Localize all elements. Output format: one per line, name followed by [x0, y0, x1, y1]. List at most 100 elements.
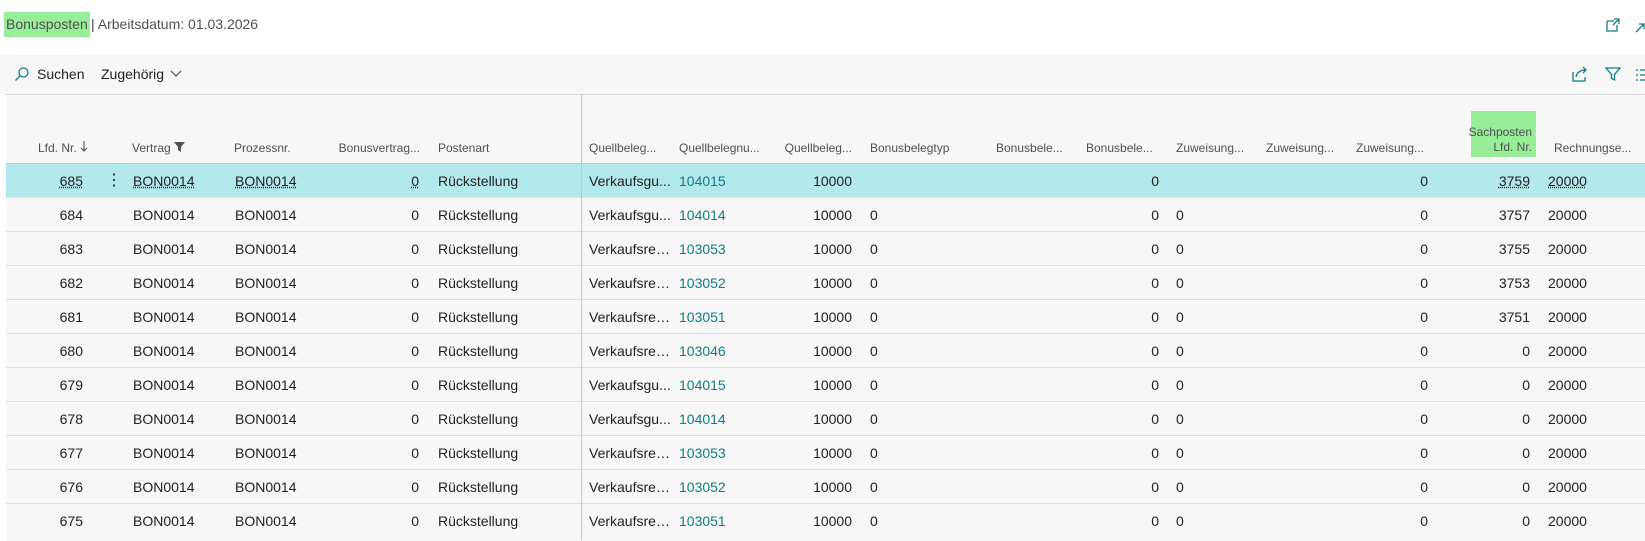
cell-sachposten-lfd-nr[interactable]: 3759: [1436, 164, 1530, 198]
related-menu-button[interactable]: Zugehörig: [101, 54, 182, 94]
cell-bonusbeleg-1: [988, 266, 1068, 300]
cell-rechnungse: 20000: [1548, 402, 1643, 436]
cell-rechnungse: 20000: [1548, 198, 1643, 232]
cell-quellbeleg-art: Verkaufsgu...: [589, 368, 674, 402]
table-row[interactable]: 675 BON0014 BON0014 0 Rückstellung Verkaufsre…: [6, 503, 1645, 538]
cell-sachposten-lfd-nr: 0: [1436, 368, 1530, 402]
row-actions-icon[interactable]: ⋮: [106, 164, 120, 198]
cell-prozessnr: BON0014: [235, 300, 330, 334]
cell-rechnungse[interactable]: 20000: [1548, 164, 1643, 198]
share-icon[interactable]: [1571, 65, 1589, 88]
cell-rechnungse: 20000: [1548, 232, 1643, 266]
col-header-bonusvertrag[interactable]: Bonusvertrag...: [326, 95, 428, 163]
cell-prozessnr: BON0014: [235, 232, 330, 266]
cell-bonusbeleg-2: 0: [1078, 164, 1159, 198]
cell-quellbelegnr[interactable]: 103053: [679, 436, 769, 470]
col-header-bonusbeleg-1[interactable]: Bonusbele...: [988, 95, 1078, 163]
cell-bonusbelegtyp: 0: [870, 402, 980, 436]
cell-quellbeleg-zeile: 10000: [772, 164, 852, 198]
cell-quellbelegnr[interactable]: 103053: [679, 232, 769, 266]
cell-bonusbeleg-1: [988, 232, 1068, 266]
cell-bonusvertrag: 0: [326, 266, 419, 300]
cell-bonusbeleg-2: 0: [1078, 198, 1159, 232]
table-row[interactable]: 677 BON0014 BON0014 0 Rückstellung Verkaufsre…: [6, 435, 1645, 470]
cell-vertrag: BON0014: [133, 368, 228, 402]
search-button[interactable]: Suchen: [14, 54, 84, 94]
table-row[interactable]: 681 BON0014 BON0014 0 Rückstellung Verkaufsre…: [6, 299, 1645, 334]
cell-prozessnr: BON0014: [235, 436, 330, 470]
cell-zuweisung-2: [1258, 300, 1338, 334]
cell-quellbelegnr[interactable]: 104014: [679, 198, 769, 232]
col-header-bonusbeleg-2[interactable]: Bonusbele...: [1078, 95, 1168, 163]
cell-quellbelegnr[interactable]: 103051: [679, 300, 769, 334]
cell-prozessnr: BON0014: [235, 198, 330, 232]
col-header-bonusbelegtyp[interactable]: Bonusbelegtyp: [862, 95, 982, 163]
cell-vertrag[interactable]: BON0014: [133, 164, 228, 198]
cell-bonusvertrag: 0: [326, 232, 419, 266]
cell-quellbelegnr[interactable]: 104015: [679, 164, 769, 198]
cell-bonusvertrag: 0: [326, 368, 419, 402]
cell-postenart: Rückstellung: [438, 436, 583, 470]
cell-bonusbeleg-2: 0: [1078, 232, 1159, 266]
table-row[interactable]: 680 BON0014 BON0014 0 Rückstellung Verkaufsre…: [6, 333, 1645, 368]
cell-quellbelegnr[interactable]: 104015: [679, 368, 769, 402]
col-header-zuweisung-2[interactable]: Zuweisung...: [1258, 95, 1348, 163]
cell-quellbelegnr[interactable]: 103052: [679, 266, 769, 300]
cell-bonusbeleg-1: [988, 300, 1068, 334]
cell-postenart: Rückstellung: [438, 232, 583, 266]
cell-quellbeleg-zeile: 10000: [772, 232, 852, 266]
table-row[interactable]: 684 BON0014 BON0014 0 Rückstellung Verkaufsgu…: [6, 197, 1645, 232]
cell-lfd-nr[interactable]: 685: [6, 164, 83, 198]
list-icon[interactable]: [1636, 68, 1645, 86]
cell-quellbeleg-zeile: 10000: [772, 470, 852, 504]
cell-bonusbelegtyp: 0: [870, 334, 980, 368]
cell-bonusbeleg-2: 0: [1078, 334, 1159, 368]
cell-zuweisung-1: 0: [1176, 504, 1256, 538]
table-row[interactable]: 678 BON0014 BON0014 0 Rückstellung Verkaufsgu…: [6, 401, 1645, 436]
cell-lfd-nr: 684: [6, 198, 83, 232]
search-icon: [14, 66, 30, 82]
table-row[interactable]: 679 BON0014 BON0014 0 Rückstellung Verkaufsgu…: [6, 367, 1645, 402]
cell-bonusbeleg-1: [988, 334, 1068, 368]
cell-quellbelegnr[interactable]: 104014: [679, 402, 769, 436]
table-row[interactable]: ⋮ 685 BON0014 BON0014 0 Rückstellung Verkaufsg…: [6, 163, 1645, 198]
col-header-quellbeleg-zeile[interactable]: Quellbeleg...: [772, 95, 860, 163]
col-header-zuweisung-3[interactable]: Zuweisung...: [1348, 95, 1438, 163]
cell-zuweisung-1: [1176, 164, 1256, 198]
cell-bonusvertrag: 0: [326, 436, 419, 470]
cell-quellbelegnr[interactable]: 103046: [679, 334, 769, 368]
cell-quellbelegnr[interactable]: 103052: [679, 470, 769, 504]
col-header-lfd-nr[interactable]: Lfd. Nr.: [6, 95, 96, 163]
cell-bonusvertrag[interactable]: 0: [326, 164, 419, 198]
expand-icon[interactable]: [1635, 20, 1645, 41]
cell-bonusbeleg-1: [988, 368, 1068, 402]
table-row[interactable]: 682 BON0014 BON0014 0 Rückstellung Verkaufsre…: [6, 265, 1645, 300]
col-header-postenart[interactable]: Postenart: [430, 95, 580, 163]
cell-zuweisung-2: [1258, 232, 1338, 266]
col-header-quellbelegnr[interactable]: Quellbelegnu...: [671, 95, 773, 163]
cell-sachposten-lfd-nr: 0: [1436, 504, 1530, 538]
cell-bonusbeleg-2: 0: [1078, 436, 1159, 470]
table-row[interactable]: 676 BON0014 BON0014 0 Rückstellung Verkaufsre…: [6, 469, 1645, 504]
cell-zuweisung-1: 0: [1176, 232, 1256, 266]
cell-bonusbeleg-1: [988, 436, 1068, 470]
col-header-prozessnr[interactable]: Prozessnr.: [226, 95, 326, 163]
filter-icon[interactable]: [1605, 66, 1621, 87]
cell-quellbelegnr[interactable]: 103051: [679, 504, 769, 538]
entries-grid: Lfd. Nr. Vertrag Prozessnr. Bonusvertrag…: [6, 94, 1645, 541]
col-header-quellbeleg-art[interactable]: Quellbeleg...: [581, 95, 671, 163]
cell-zuweisung-2: [1258, 368, 1338, 402]
col-header-vertrag[interactable]: Vertrag: [124, 95, 224, 163]
cell-bonusvertrag: 0: [326, 470, 419, 504]
cell-lfd-nr: 675: [6, 504, 83, 538]
col-header-rechnungse[interactable]: Rechnungse...: [1546, 95, 1645, 163]
col-header-zuweisung-1[interactable]: Zuweisung...: [1168, 95, 1258, 163]
cell-prozessnr[interactable]: BON0014: [235, 164, 330, 198]
related-label: Zugehörig: [101, 66, 164, 82]
cell-postenart: Rückstellung: [438, 334, 583, 368]
page-title: Bonusposten: [4, 12, 90, 37]
open-new-window-icon[interactable]: [1605, 17, 1621, 38]
cell-bonusbeleg-1: [988, 198, 1068, 232]
table-row[interactable]: 683 BON0014 BON0014 0 Rückstellung Verkaufsre…: [6, 231, 1645, 266]
col-header-sachposten-lfd-nr[interactable]: Sachposten Lfd. Nr.: [1436, 95, 1536, 163]
